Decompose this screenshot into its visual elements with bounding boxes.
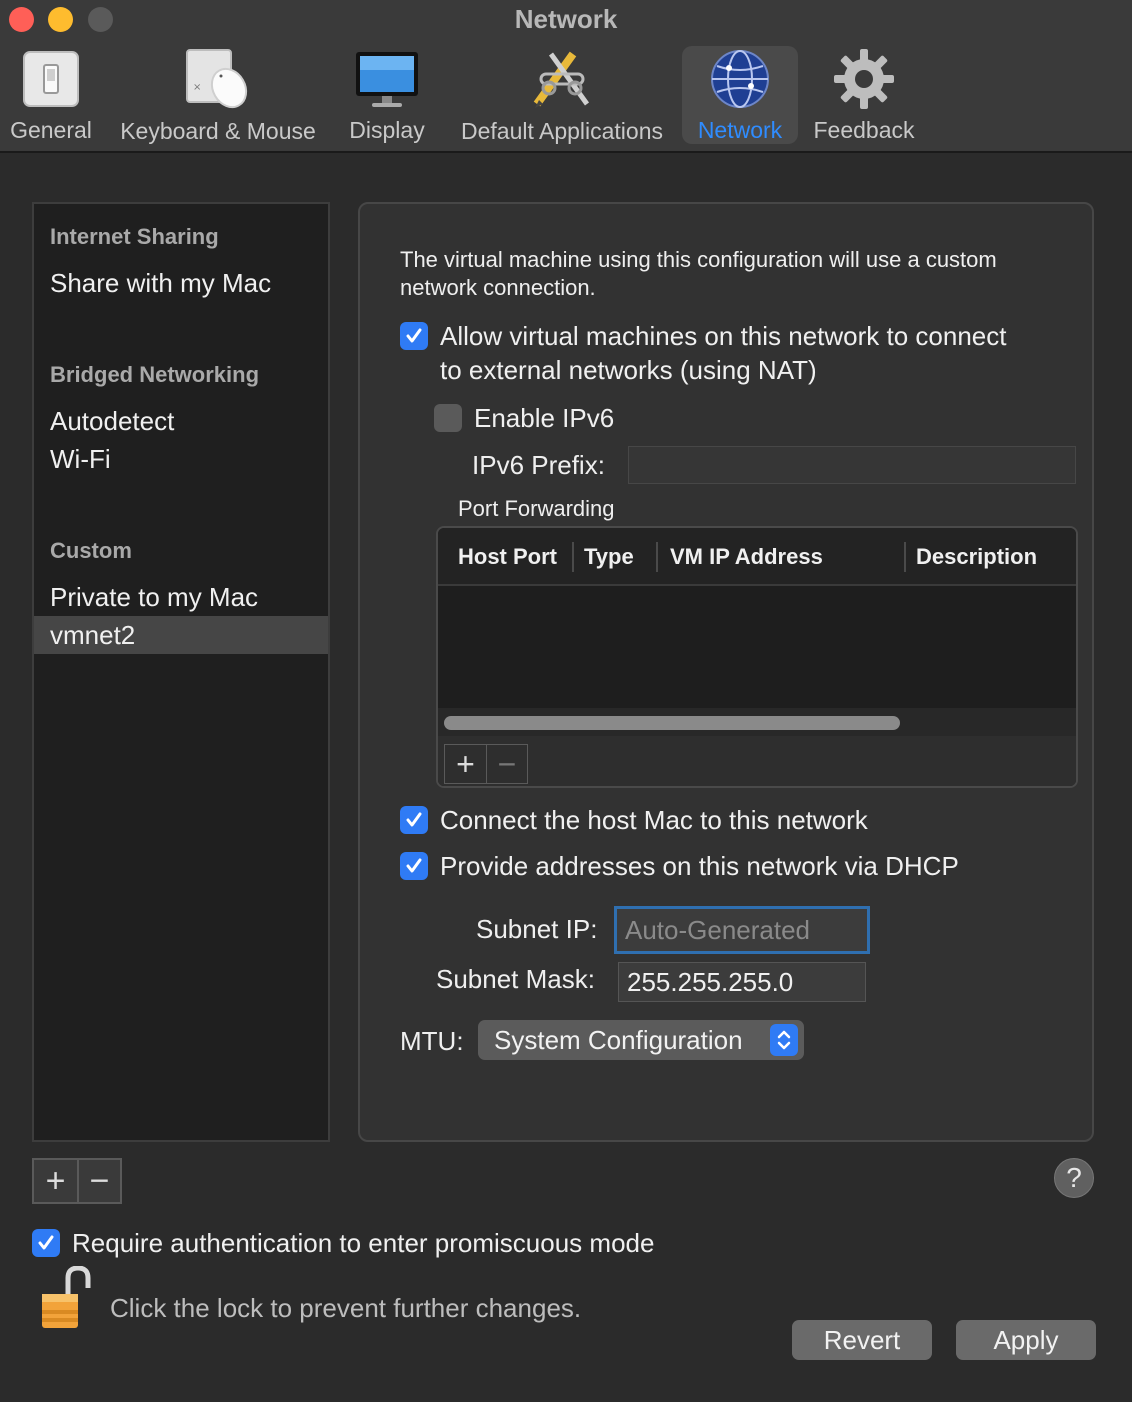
table-footer: + − — [438, 736, 1076, 786]
checkmark-icon — [38, 1235, 54, 1250]
dhcp-checkbox[interactable] — [400, 852, 428, 880]
subnet-mask-field[interactable]: 255.255.255.0 — [618, 962, 866, 1002]
toolbar-item-label: Default Applications — [460, 118, 663, 144]
add-port-forward-button[interactable]: + — [445, 745, 486, 783]
checkmark-icon — [406, 812, 422, 827]
revert-button[interactable]: Revert — [792, 1320, 932, 1360]
globe-icon — [704, 46, 776, 111]
toolbar-item-network[interactable]: Network — [682, 46, 798, 144]
applications-icon — [526, 46, 598, 112]
checkmark-icon — [406, 858, 422, 873]
lock-hint-text: Click the lock to prevent further change… — [110, 1293, 582, 1323]
column-divider — [656, 542, 658, 572]
horizontal-scrollbar[interactable] — [438, 708, 1076, 736]
remove-network-button[interactable]: − — [76, 1160, 120, 1202]
gear-icon — [828, 46, 900, 111]
toolbar-item-label: Feedback — [813, 117, 915, 143]
promiscuous-mode-checkbox[interactable] — [32, 1229, 60, 1257]
add-network-button[interactable]: + — [34, 1160, 77, 1202]
toolbar-item-label: Display — [349, 117, 425, 143]
subnet-mask-label: Subnet Mask: — [436, 964, 595, 994]
ipv6-prefix-field[interactable] — [628, 446, 1076, 484]
connect-host-checkbox-label: Connect the host Mac to this network — [440, 805, 868, 835]
toolbar-item-keyboard-mouse[interactable]: × Keyboard & Mouse — [118, 46, 318, 144]
section-header-custom: Custom — [50, 538, 132, 563]
toolbar-item-default-applications[interactable]: Default Applications — [454, 46, 670, 144]
svg-text:×: × — [193, 82, 201, 93]
display-icon — [351, 46, 423, 111]
port-forwarding-label: Port Forwarding — [458, 496, 615, 521]
section-header-bridged-networking: Bridged Networking — [50, 362, 260, 387]
connect-host-checkbox[interactable] — [400, 806, 428, 834]
column-header-description[interactable]: Description — [916, 544, 1037, 570]
mtu-select[interactable]: System Configuration — [478, 1020, 804, 1060]
sidebar-item-wifi[interactable]: Wi-Fi — [50, 444, 111, 475]
nat-checkbox-label-line2: to external networks (using NAT) — [440, 355, 817, 385]
nat-checkbox-label-line1: Allow virtual machines on this network t… — [440, 321, 1007, 351]
apply-button[interactable]: Apply — [956, 1320, 1096, 1360]
panel-description: The virtual machine using this configura… — [400, 247, 997, 300]
sidebar-item-share-with-my-mac[interactable]: Share with my Mac — [50, 268, 271, 299]
keyboard-mouse-icon: × — [182, 46, 254, 112]
scrollbar-thumb[interactable] — [444, 716, 900, 730]
toolbar-item-display[interactable]: Display — [346, 46, 428, 144]
section-header-internet-sharing: Internet Sharing — [50, 224, 219, 249]
subnet-ip-label: Subnet IP: — [476, 914, 598, 944]
network-list: Internet Sharing Share with my Mac Bridg… — [32, 202, 330, 1142]
dhcp-checkbox-label: Provide addresses on this network via DH… — [440, 851, 959, 881]
remove-port-forward-button[interactable]: − — [485, 745, 527, 783]
sidebar-item-private-to-my-mac[interactable]: Private to my Mac — [50, 582, 258, 613]
toolbar-item-label: General — [10, 117, 92, 143]
table-header: Host Port Type VM IP Address Description — [438, 528, 1076, 586]
window-title: Network — [514, 4, 618, 34]
mtu-selected-value: System Configuration — [494, 1024, 743, 1055]
checkmark-icon — [406, 328, 422, 343]
column-divider — [904, 542, 906, 572]
ipv6-prefix-label: IPv6 Prefix: — [472, 450, 605, 480]
column-header-type[interactable]: Type — [584, 544, 634, 570]
nat-checkbox[interactable] — [400, 322, 428, 350]
network-list-buttons: + − — [32, 1158, 122, 1204]
mtu-label: MTU: — [400, 1026, 464, 1056]
lock-icon[interactable] — [38, 1265, 94, 1330]
column-divider — [572, 542, 574, 572]
column-header-vm-ip-address[interactable]: VM IP Address — [670, 544, 823, 570]
promiscuous-mode-label: Require authentication to enter promiscu… — [72, 1228, 655, 1258]
window-toolbar: Network General × Keyboard & Mouse Displ… — [0, 0, 1132, 153]
ipv6-checkbox-label: Enable IPv6 — [474, 403, 615, 433]
help-button[interactable]: ? — [1054, 1158, 1094, 1198]
chevron-up-down-icon — [770, 1024, 798, 1056]
subnet-ip-field[interactable]: Auto-Generated — [614, 906, 870, 954]
sidebar-item-autodetect[interactable]: Autodetect — [50, 406, 174, 437]
port-forwarding-buttons: + − — [444, 744, 528, 784]
toolbar-item-label: Network — [697, 117, 783, 143]
port-forwarding-table: Host Port Type VM IP Address Description… — [436, 526, 1078, 788]
ipv6-checkbox[interactable] — [434, 404, 462, 432]
toolbar-item-feedback[interactable]: Feedback — [810, 46, 918, 144]
switch-icon — [15, 46, 87, 111]
sidebar-item-vmnet2[interactable]: vmnet2 — [50, 620, 135, 651]
toolbar-item-label: Keyboard & Mouse — [120, 118, 316, 144]
network-settings-panel: The virtual machine using this configura… — [358, 202, 1094, 1142]
toolbar-item-general[interactable]: General — [10, 46, 92, 144]
column-header-host-port[interactable]: Host Port — [458, 544, 557, 570]
